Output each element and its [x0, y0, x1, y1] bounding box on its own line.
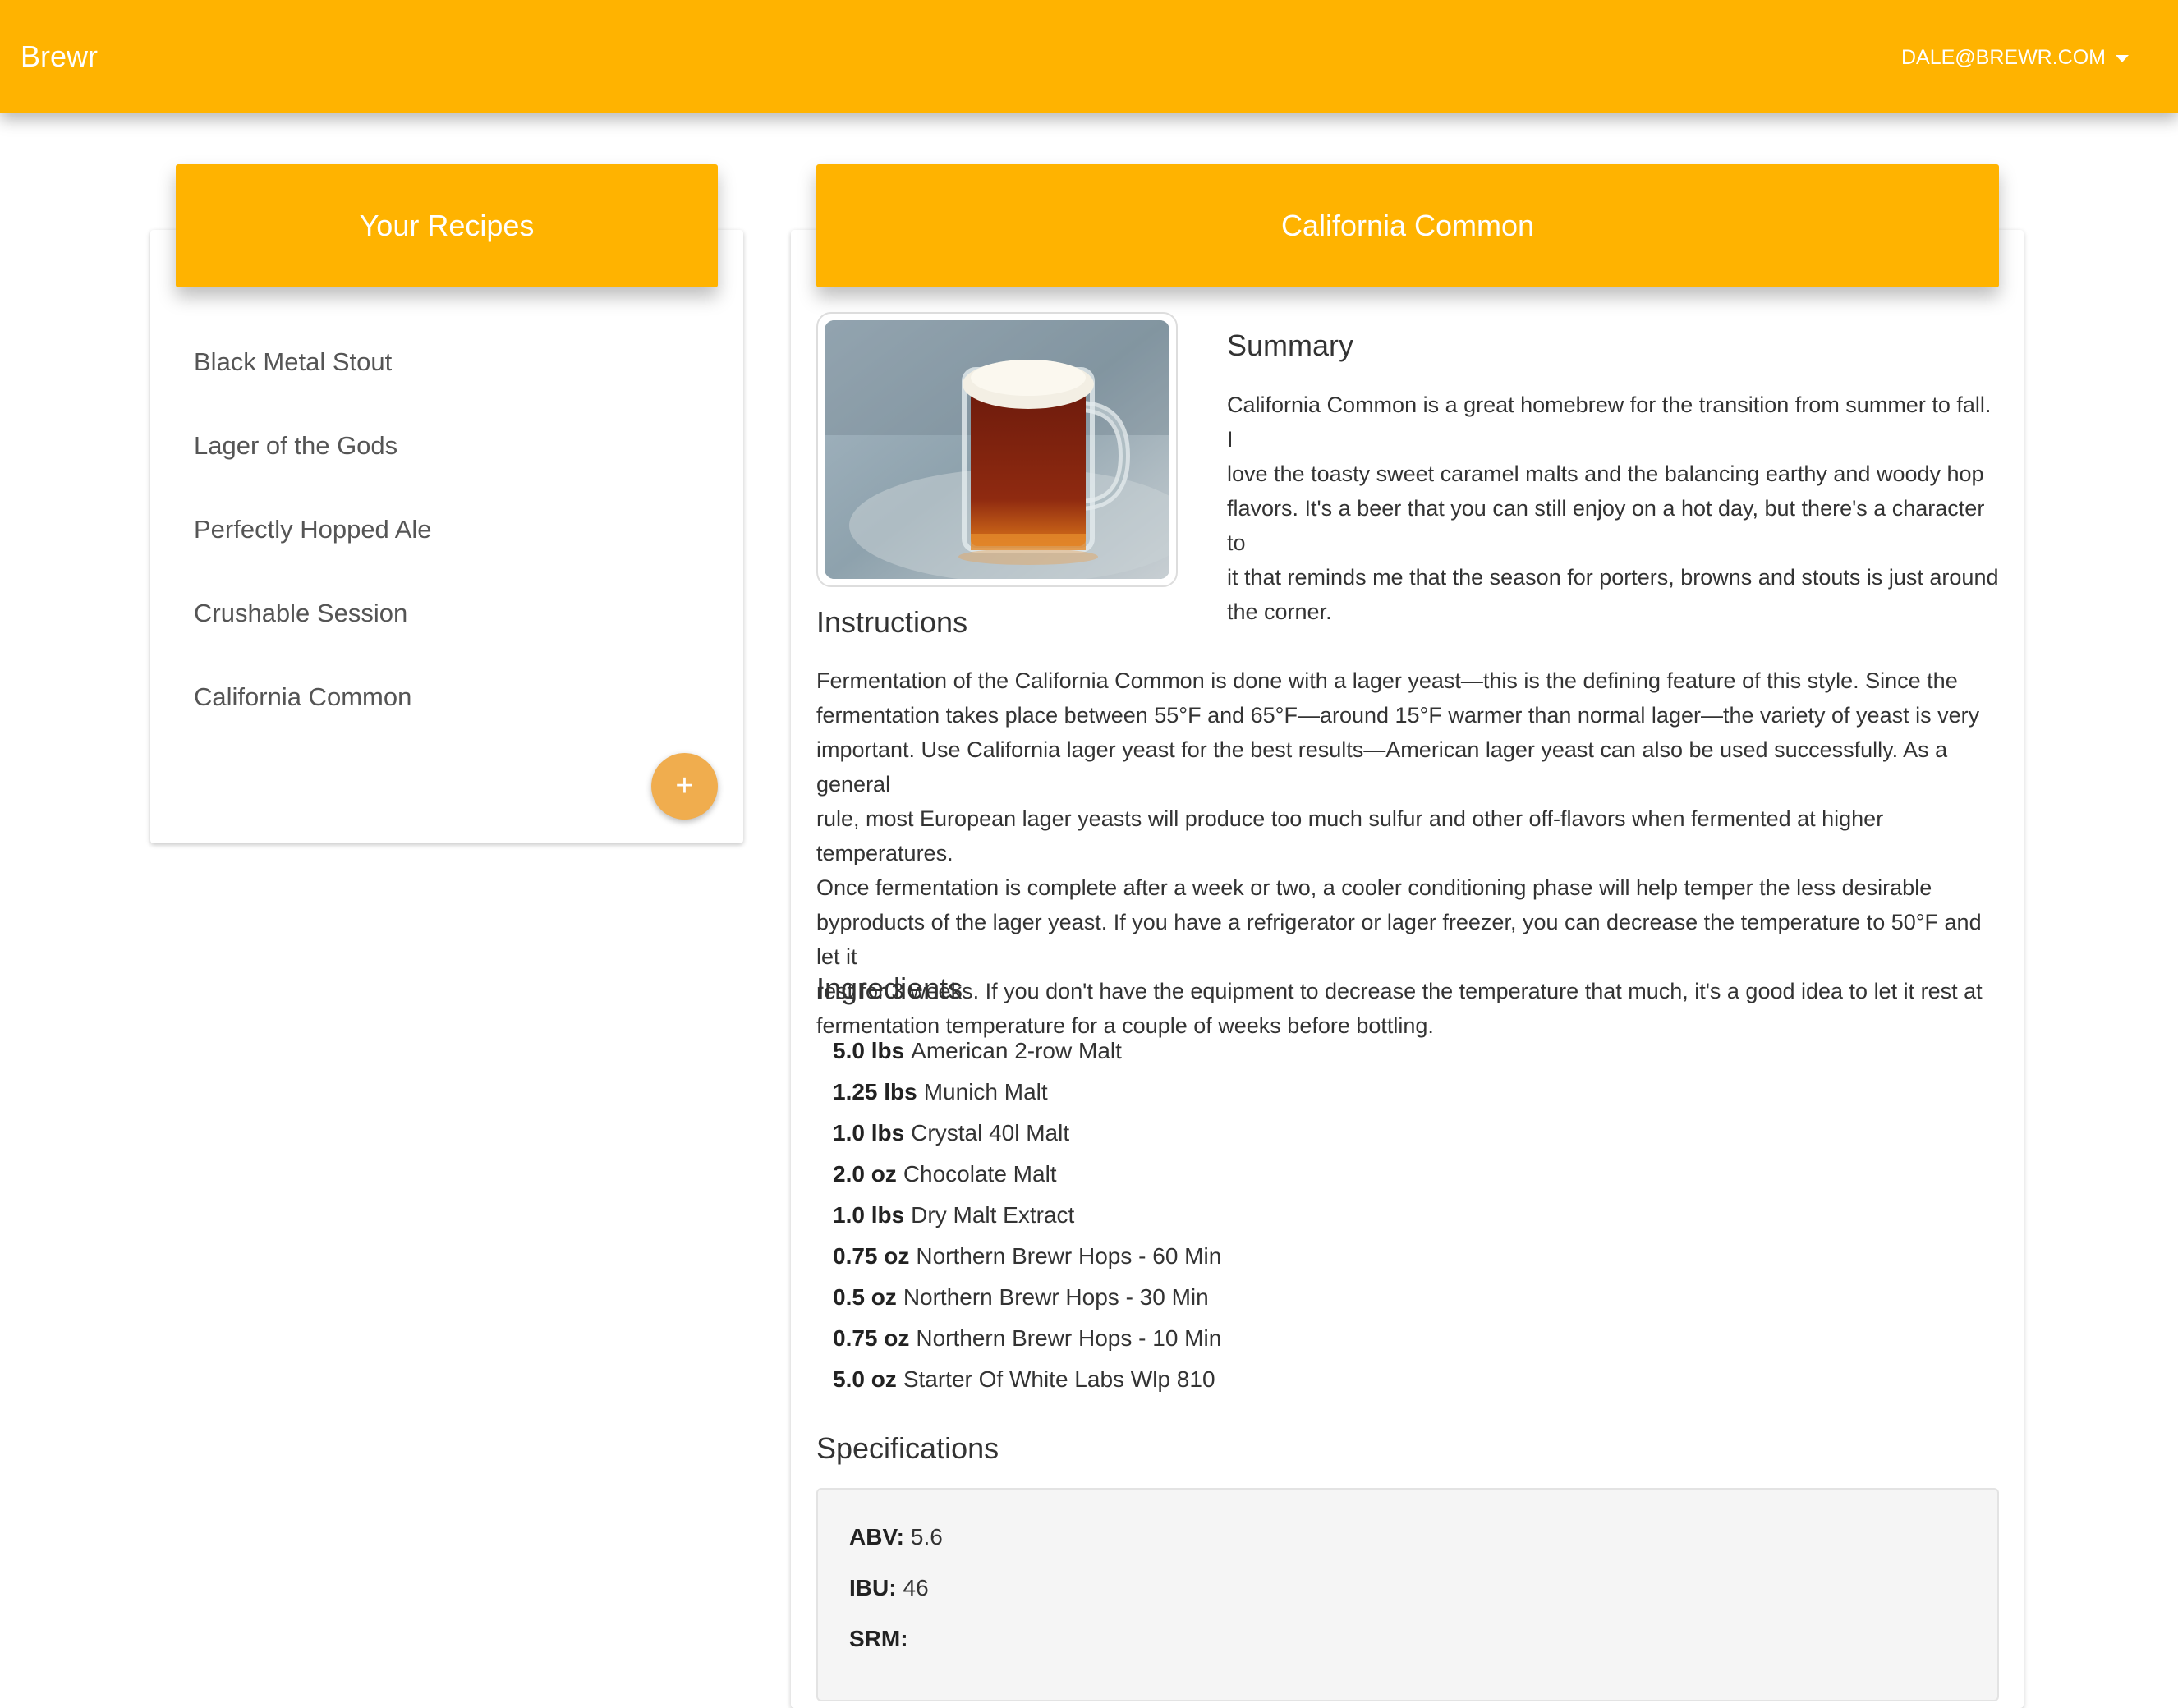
ingredient-name: Northern Brewr Hops - 30 Min — [903, 1284, 1209, 1310]
ingredient-item: 0.75 oz Northern Brewr Hops - 60 Min — [833, 1236, 1221, 1277]
summary-line: flavors. It's a beer that you can still … — [1227, 496, 1985, 555]
instructions-line: byproducts of the lager yeast. If you ha… — [816, 910, 1982, 969]
recipe-title: California Common — [816, 164, 1999, 287]
ingredient-name: Starter Of White Labs Wlp 810 — [903, 1366, 1215, 1392]
ingredient-name: Northern Brewr Hops - 60 Min — [916, 1243, 1222, 1269]
ingredient-name: Chocolate Malt — [903, 1161, 1057, 1187]
beer-photo — [816, 312, 1178, 587]
instructions-line: Once fermentation is complete after a we… — [816, 875, 1932, 900]
recipe-item-lager-of-the-gods[interactable]: Lager of the Gods — [194, 416, 432, 500]
summary-line: love the toasty sweet caramel malts and … — [1227, 461, 1984, 486]
ingredient-item: 2.0 oz Chocolate Malt — [833, 1154, 1221, 1195]
ingredient-name: Dry Malt Extract — [911, 1202, 1075, 1228]
spec-srm-label: SRM: — [849, 1626, 908, 1651]
ingredient-amount: 1.0 lbs — [833, 1202, 905, 1228]
ingredients-heading: Ingredients — [816, 971, 963, 1005]
spec-srm: SRM: — [849, 1626, 915, 1652]
ingredient-name: Northern Brewr Hops - 10 Min — [916, 1325, 1222, 1351]
user-menu-dropdown[interactable]: DALE@BREWR.COM — [1901, 41, 2129, 74]
summary-line: the corner. — [1227, 599, 1332, 624]
summary-heading: Summary — [1227, 328, 1354, 362]
ingredient-amount: 1.0 lbs — [833, 1120, 905, 1146]
spec-abv: ABV: 5.6 — [849, 1524, 943, 1550]
ingredient-amount: 0.75 oz — [833, 1325, 910, 1351]
recipe-list: Black Metal Stout Lager of the Gods Perf… — [194, 333, 432, 751]
instructions-line: rest for 3 weeks. If you don't have the … — [816, 979, 1983, 1003]
brand-logo[interactable]: Brewr — [21, 37, 98, 76]
spec-ibu-label: IBU: — [849, 1575, 897, 1600]
recipes-card-title: Your Recipes — [176, 164, 718, 287]
ingredient-amount: 0.75 oz — [833, 1243, 910, 1269]
spec-abv-label: ABV: — [849, 1524, 904, 1550]
spec-abv-value: 5.6 — [910, 1524, 943, 1550]
ingredient-amount: 1.25 lbs — [833, 1079, 917, 1104]
top-navbar: Brewr DALE@BREWR.COM — [0, 0, 2178, 113]
ingredient-item: 5.0 oz Starter Of White Labs Wlp 810 — [833, 1359, 1221, 1400]
instructions-line: Fermentation of the California Common is… — [816, 668, 1958, 693]
user-email: DALE@BREWR.COM — [1900, 46, 2106, 69]
ingredient-amount: 5.0 lbs — [833, 1038, 905, 1063]
instructions-line: rule, most European lager yeasts will pr… — [816, 806, 1884, 865]
beer-mug-image — [825, 320, 1169, 579]
caret-down-icon — [2116, 54, 2129, 62]
ingredient-amount: 2.0 oz — [833, 1161, 897, 1187]
spec-ibu-value: 46 — [903, 1575, 929, 1600]
ingredient-item: 1.0 lbs Crystal 40l Malt — [833, 1113, 1221, 1154]
recipe-item-california-common[interactable]: California Common — [194, 668, 432, 751]
summary-line: California Common is a great homebrew fo… — [1227, 393, 1992, 452]
add-recipe-button[interactable]: + — [651, 753, 718, 820]
spec-ibu: IBU: 46 — [849, 1575, 929, 1601]
instructions-line: important. Use California lager yeast fo… — [816, 737, 1948, 797]
ingredient-amount: 0.5 oz — [833, 1284, 897, 1310]
instructions-text: Fermentation of the California Common is… — [816, 663, 2003, 1043]
ingredient-item: 1.0 lbs Dry Malt Extract — [833, 1195, 1221, 1236]
instructions-heading: Instructions — [816, 605, 968, 639]
recipe-item-black-metal-stout[interactable]: Black Metal Stout — [194, 333, 432, 416]
ingredient-name: Munich Malt — [923, 1079, 1048, 1104]
ingredient-item: 5.0 lbs American 2-row Malt — [833, 1031, 1221, 1072]
summary-text: California Common is a great homebrew fo… — [1227, 388, 1999, 629]
plus-icon: + — [675, 769, 694, 803]
specifications-panel: ABV: 5.6 IBU: 46 SRM: — [816, 1488, 1999, 1701]
recipe-item-crushable-session[interactable]: Crushable Session — [194, 584, 432, 668]
recipe-item-perfectly-hopped-ale[interactable]: Perfectly Hopped Ale — [194, 500, 432, 584]
ingredients-list: 5.0 lbs American 2-row Malt 1.25 lbs Munic… — [833, 1031, 1221, 1400]
ingredient-amount: 5.0 oz — [833, 1366, 897, 1392]
ingredient-item: 0.5 oz Northern Brewr Hops - 30 Min — [833, 1277, 1221, 1318]
ingredient-item: 0.75 oz Northern Brewr Hops - 10 Min — [833, 1318, 1221, 1359]
ingredient-name: Crystal 40l Malt — [911, 1120, 1070, 1146]
ingredient-item: 1.25 lbs Munich Malt — [833, 1072, 1221, 1113]
specifications-heading: Specifications — [816, 1431, 999, 1465]
ingredient-name: American 2-row Malt — [911, 1038, 1122, 1063]
summary-line: it that reminds me that the season for p… — [1227, 565, 1999, 590]
instructions-line: fermentation takes place between 55°F an… — [816, 703, 1980, 728]
